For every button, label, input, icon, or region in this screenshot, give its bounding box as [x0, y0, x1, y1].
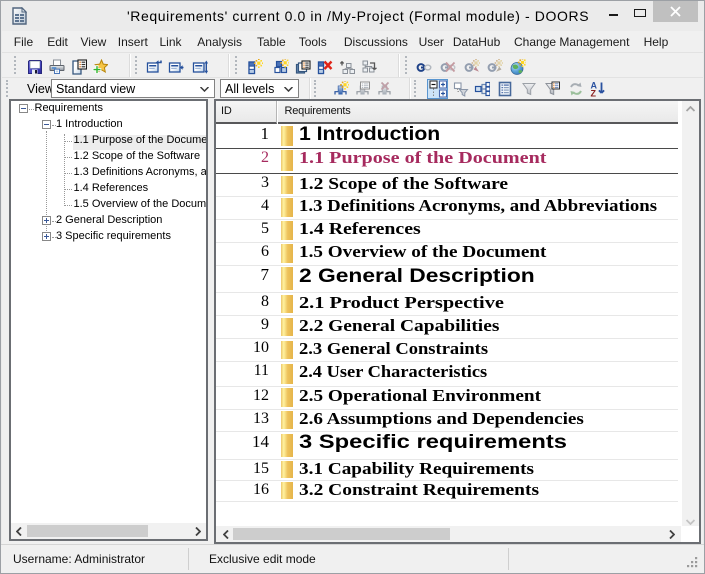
svg-text:Z: Z — [590, 89, 596, 98]
